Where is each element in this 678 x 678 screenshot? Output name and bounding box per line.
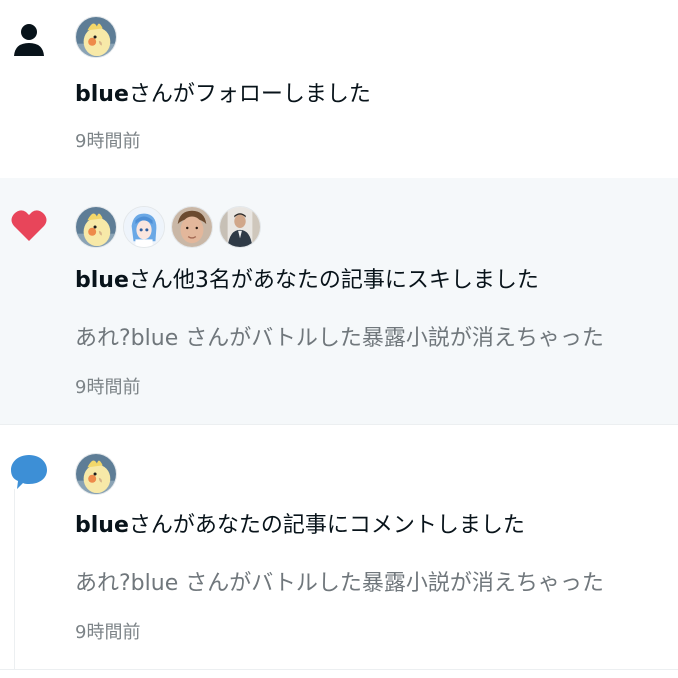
heart-icon: [8, 204, 50, 246]
actor-name[interactable]: blue: [75, 82, 129, 107]
article-excerpt[interactable]: あれ?blue さんがバトルした暴露小説が消えちゃった: [75, 569, 604, 599]
avatar[interactable]: [75, 453, 117, 495]
man-photo-avatar-image: [220, 207, 260, 247]
person-icon: [8, 18, 50, 60]
action-text: さん他3名があなたの記事にスキしました: [128, 268, 539, 293]
actor-name[interactable]: blue: [75, 513, 129, 538]
avatar[interactable]: [75, 16, 117, 58]
notification-item-like[interactable]: blueさん他3名があなたの記事にスキしました あれ?blue さんがバトルした…: [0, 178, 678, 424]
notification-title[interactable]: blueさん他3名があなたの記事にスキしました: [75, 266, 539, 296]
avatar[interactable]: [75, 206, 117, 248]
avatar-group: [75, 206, 261, 248]
cockatiel-avatar-image: [76, 207, 116, 247]
anime-avatar-image: [124, 207, 164, 247]
cockatiel-avatar-image: [76, 17, 116, 57]
notification-item-follow[interactable]: blueさんがフォローしました 9時間前: [0, 0, 678, 178]
notification-item-comment[interactable]: blueさんがあなたの記事にコメントしました あれ?blue さんがバトルした暴…: [0, 425, 678, 669]
avatar[interactable]: [171, 206, 213, 248]
divider: [0, 669, 678, 670]
notification-title[interactable]: blueさんがフォローしました: [75, 80, 371, 110]
notification-list: blueさんがフォローしました 9時間前 blueさん他3名があなたの記事にスキ…: [0, 0, 678, 678]
action-text: さんがあなたの記事にコメントしました: [128, 513, 525, 538]
action-text: さんがフォローしました: [128, 82, 371, 107]
notification-title[interactable]: blueさんがあなたの記事にコメントしました: [75, 511, 525, 541]
timestamp: 9時間前: [75, 131, 141, 152]
article-excerpt[interactable]: あれ?blue さんがバトルした暴露小説が消えちゃった: [75, 324, 604, 354]
actor-name[interactable]: blue: [75, 268, 129, 293]
comment-bubble-icon: [8, 451, 50, 493]
avatar[interactable]: [123, 206, 165, 248]
timestamp: 9時間前: [75, 377, 141, 398]
avatar[interactable]: [219, 206, 261, 248]
avatar-group: [75, 453, 117, 495]
cockatiel-avatar-image: [76, 454, 116, 494]
timestamp: 9時間前: [75, 622, 141, 643]
thread-line: [14, 489, 15, 669]
avatar-group: [75, 16, 117, 58]
man-face-avatar-image: [172, 207, 212, 247]
